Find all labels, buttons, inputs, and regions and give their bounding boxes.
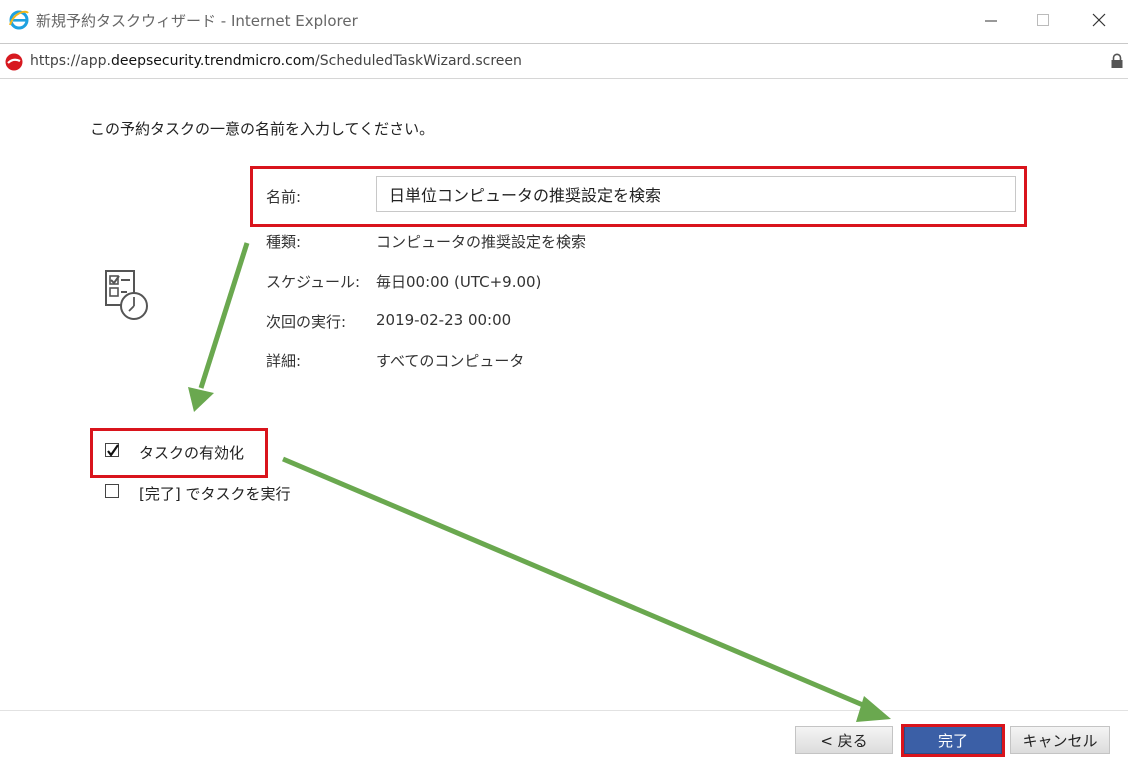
close-window-button[interactable]	[1076, 4, 1122, 36]
back-button[interactable]: < 戻る	[795, 726, 893, 754]
trendmicro-logo-icon	[5, 53, 23, 71]
arrowhead-icon	[856, 696, 891, 722]
details-label: 詳細:	[266, 352, 302, 370]
type-label: 種類:	[266, 233, 302, 251]
type-value: コンピュータの推奨設定を検索	[376, 233, 587, 251]
name-label: 名前:	[266, 188, 302, 206]
url-host-prefix: app.	[80, 53, 111, 69]
address-bar[interactable]: https://app.deepsecurity.trendmicro.com/…	[0, 43, 1128, 79]
scheduled-task-icon	[105, 270, 148, 320]
maximize-button[interactable]	[1020, 4, 1066, 36]
lock-icon[interactable]	[1110, 53, 1124, 69]
ie-icon	[9, 10, 29, 30]
maximize-icon	[1037, 14, 1049, 26]
window-titlebar: 新規予約タスクウィザード - Internet Explorer	[0, 0, 1128, 40]
arrow-to-finish-button	[282, 456, 871, 711]
enable-task-label[interactable]: タスクの有効化	[139, 442, 244, 463]
url-host: deepsecurity.trendmicro.com	[111, 53, 316, 69]
next-run-value: 2019-02-23 00:00	[376, 311, 512, 329]
window-title: 新規予約タスクウィザード - Internet Explorer	[36, 12, 358, 30]
annotation-arrows	[188, 242, 891, 722]
arrowhead-icon	[188, 387, 214, 412]
minimize-button[interactable]	[968, 4, 1014, 36]
run-on-finish-checkbox[interactable]	[105, 484, 119, 498]
run-on-finish-label[interactable]: [完了] でタスクを実行	[139, 483, 290, 504]
details-value: すべてのコンピュータ	[376, 352, 525, 370]
minimize-icon	[985, 20, 997, 22]
finish-button[interactable]: 完了	[904, 726, 1002, 754]
wizard-instruction: この予約タスクの一意の名前を入力してください。	[90, 120, 435, 138]
schedule-value: 毎日00:00 (UTC+9.00)	[376, 273, 542, 291]
task-name-input[interactable]	[376, 176, 1016, 212]
schedule-label: スケジュール:	[266, 273, 361, 291]
url-path: /ScheduledTaskWizard.screen	[315, 53, 522, 69]
footer-divider	[0, 710, 1128, 711]
checkmark-icon	[107, 444, 119, 457]
url-scheme: https://	[30, 53, 81, 69]
url-text[interactable]: https://app.deepsecurity.trendmicro.com/…	[30, 53, 522, 69]
enable-task-checkbox[interactable]	[105, 443, 119, 457]
next-run-label: 次回の実行:	[266, 313, 347, 331]
close-icon	[1092, 13, 1106, 27]
cancel-button[interactable]: キャンセル	[1010, 726, 1110, 754]
arrow-to-enable-task	[198, 242, 250, 389]
